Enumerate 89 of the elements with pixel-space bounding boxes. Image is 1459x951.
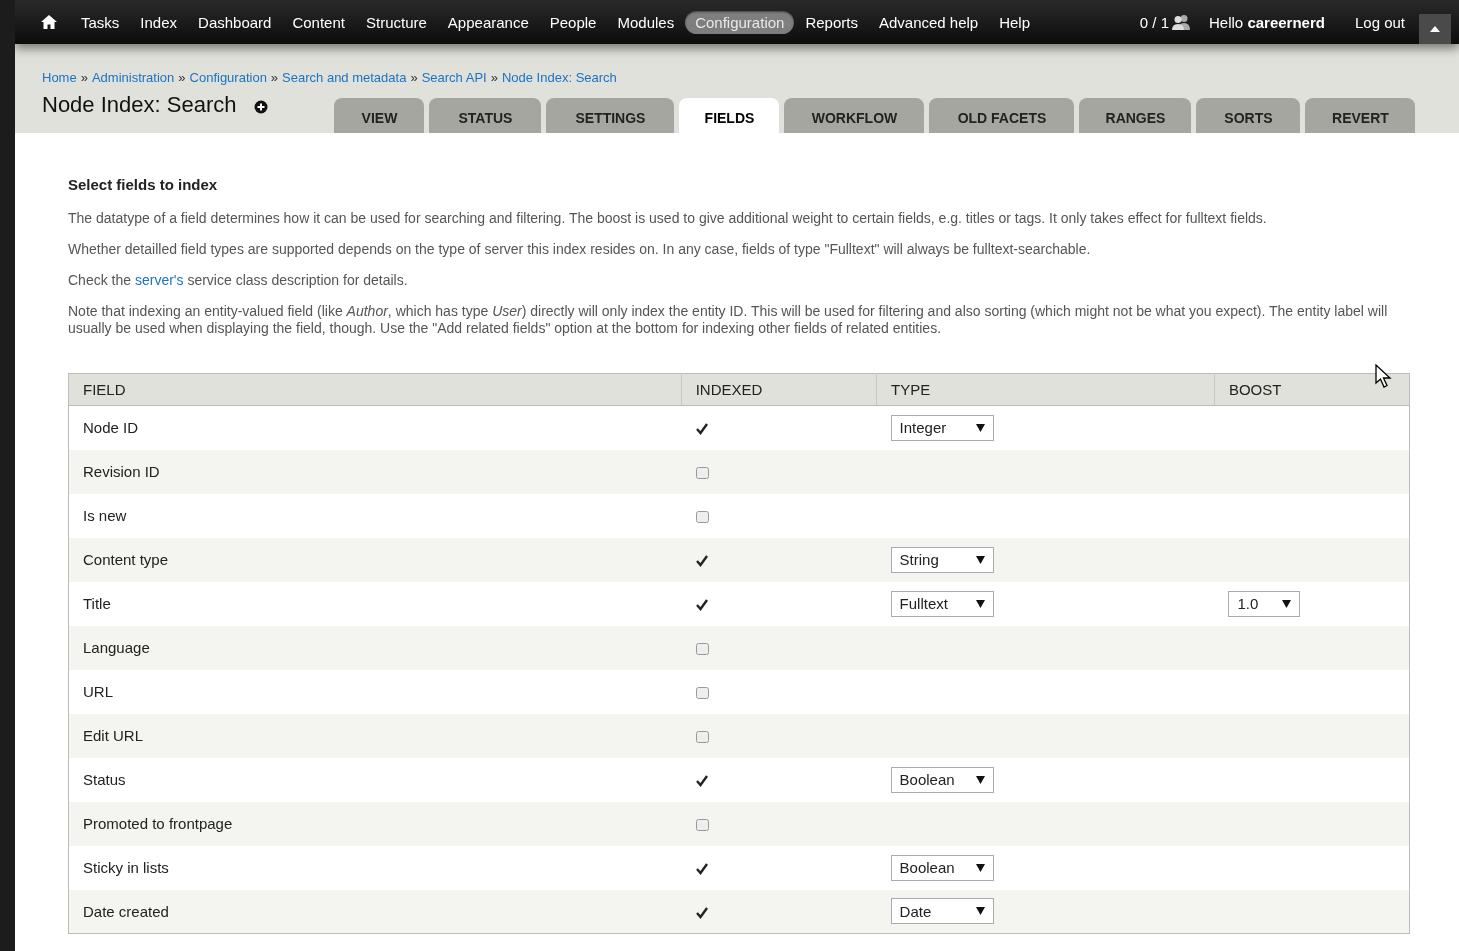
unchecked-checkbox[interactable]	[695, 686, 710, 700]
dropdown[interactable]: Boolean	[890, 766, 994, 793]
dropdown[interactable]: String	[890, 546, 994, 573]
field-name: Is new	[68, 493, 682, 538]
toolbar-link[interactable]: Reports	[795, 10, 868, 34]
dropdown-arrow-icon	[1282, 599, 1292, 608]
breadcrumb-link[interactable]: Home	[42, 69, 77, 85]
unchecked-checkbox[interactable]	[695, 642, 710, 656]
toolbar-link[interactable]: Modules	[607, 10, 685, 34]
description-text: Whether detailled field types are supported depends on the type of server this index resides on. In any case, fields of type "Fulltext" will always be fulltext-searchable.	[68, 241, 1092, 258]
column-header: INDEXED	[681, 373, 877, 406]
column-header: TYPE	[876, 373, 1215, 406]
breadcrumb-separator: »	[410, 69, 418, 85]
field-name: Promoted to frontpage	[68, 801, 682, 846]
checked-checkbox[interactable]	[695, 774, 710, 788]
breadcrumb-separator: »	[178, 69, 186, 85]
description-text: Check the server's service class description for details.	[68, 272, 409, 289]
tab[interactable]: SORTS	[1196, 98, 1301, 133]
checked-checkbox[interactable]	[695, 598, 710, 612]
field-name: Content type	[68, 537, 682, 582]
tab[interactable]: OLD FACETS	[929, 98, 1075, 133]
logout-link[interactable]: Log out	[1344, 10, 1415, 34]
breadcrumb-separator: »	[270, 69, 279, 85]
home-icon[interactable]	[41, 15, 57, 29]
breadcrumb-link[interactable]: Search and metadata	[282, 69, 407, 85]
toolbar-link[interactable]: Dashboard	[188, 10, 282, 34]
column-header: FIELD	[68, 373, 682, 406]
toggle-button[interactable]	[1419, 14, 1451, 44]
dropdown[interactable]: Date	[890, 898, 994, 925]
tab[interactable]: SETTINGS	[546, 98, 675, 133]
field-name: Title	[68, 581, 682, 626]
toolbar-link[interactable]: Help	[989, 10, 1041, 34]
dropdown-arrow-icon	[975, 775, 985, 784]
section-heading: Select fields to index	[68, 176, 219, 193]
description-text: The datatype of a field determines how it can be used for searching and filtering. The boost is used to give additional weight to certain fields, e.g. titles or tags. It only takes effect for fulltext fields.	[68, 210, 1268, 227]
tab[interactable]: REVERT	[1305, 98, 1416, 133]
dropdown[interactable]: Boolean	[890, 854, 994, 881]
unchecked-checkbox[interactable]	[695, 818, 710, 832]
users-icon	[1171, 14, 1192, 30]
server-link[interactable]: server's	[134, 272, 184, 288]
field-name: Language	[68, 625, 682, 670]
dropdown-arrow-icon	[975, 907, 985, 916]
dropdown[interactable]: Integer	[890, 414, 994, 441]
users-online-count: 0 / 1	[1139, 13, 1170, 31]
dropdown-arrow-icon	[975, 423, 985, 432]
column-header: BOOST	[1214, 373, 1410, 406]
breadcrumb-link[interactable]: Node Index: Search	[501, 69, 617, 85]
dropdown[interactable]: Fulltext	[890, 590, 994, 617]
toolbar-link[interactable]: Appearance	[437, 10, 539, 34]
tab[interactable]: VIEW	[334, 98, 425, 133]
checked-checkbox[interactable]	[695, 905, 710, 920]
tab[interactable]: RANGES	[1079, 98, 1192, 133]
checked-checkbox[interactable]	[695, 554, 710, 568]
dropdown[interactable]: 1.0	[1228, 590, 1301, 617]
breadcrumb-separator: »	[80, 69, 88, 85]
unchecked-checkbox[interactable]	[695, 466, 710, 480]
field-name: Revision ID	[68, 449, 682, 494]
field-name: URL	[68, 669, 682, 714]
breadcrumb-link[interactable]: Administration	[91, 69, 175, 85]
field-name: Sticky in lists	[68, 845, 682, 890]
checked-checkbox[interactable]	[695, 862, 710, 876]
dropdown-arrow-icon	[975, 555, 985, 564]
toolbar-link[interactable]: Structure	[356, 10, 437, 34]
page-title: Node Index: Search	[42, 92, 237, 119]
mouse-pointer-icon	[1375, 364, 1393, 388]
tab[interactable]: STATUS	[429, 98, 542, 133]
dropdown-arrow-icon	[975, 599, 985, 608]
tab[interactable]: FIELDS	[679, 98, 780, 133]
unchecked-checkbox[interactable]	[695, 730, 710, 744]
field-name: Node ID	[68, 405, 682, 450]
add-shortcut-icon[interactable]	[254, 100, 269, 114]
toolbar-link[interactable]: People	[539, 10, 607, 34]
greeting-text: Hello careernerd	[1209, 13, 1325, 31]
field-name: Status	[68, 757, 682, 802]
toolbar-link[interactable]: Content	[282, 10, 355, 34]
toolbar-link[interactable]: Tasks	[71, 10, 130, 34]
dropdown-arrow-icon	[975, 863, 985, 872]
breadcrumb-link[interactable]: Configuration	[189, 69, 267, 85]
tab[interactable]: WORKFLOW	[784, 98, 925, 133]
unchecked-checkbox[interactable]	[695, 510, 710, 524]
breadcrumb-separator: »	[490, 69, 498, 85]
field-name: Date created	[68, 889, 682, 934]
toolbar-link[interactable]: Index	[130, 10, 188, 34]
description-text: Note that indexing an entity-valued field (like Author, which has type User) directly will only index the entity ID. This will be used for filtering and also sorting (which might not be what you expect). The entity label will usually be used when displaying the field, though. Use the "Add related fields" option at the bottom for indexing other fields of related entities.	[68, 303, 1389, 337]
breadcrumb-link[interactable]: Search API	[421, 69, 487, 85]
collapse-icon	[1430, 26, 1440, 32]
checked-checkbox[interactable]	[695, 422, 710, 437]
toolbar-link[interactable]: Advanced help	[868, 10, 989, 34]
field-name: Edit URL	[68, 713, 682, 758]
